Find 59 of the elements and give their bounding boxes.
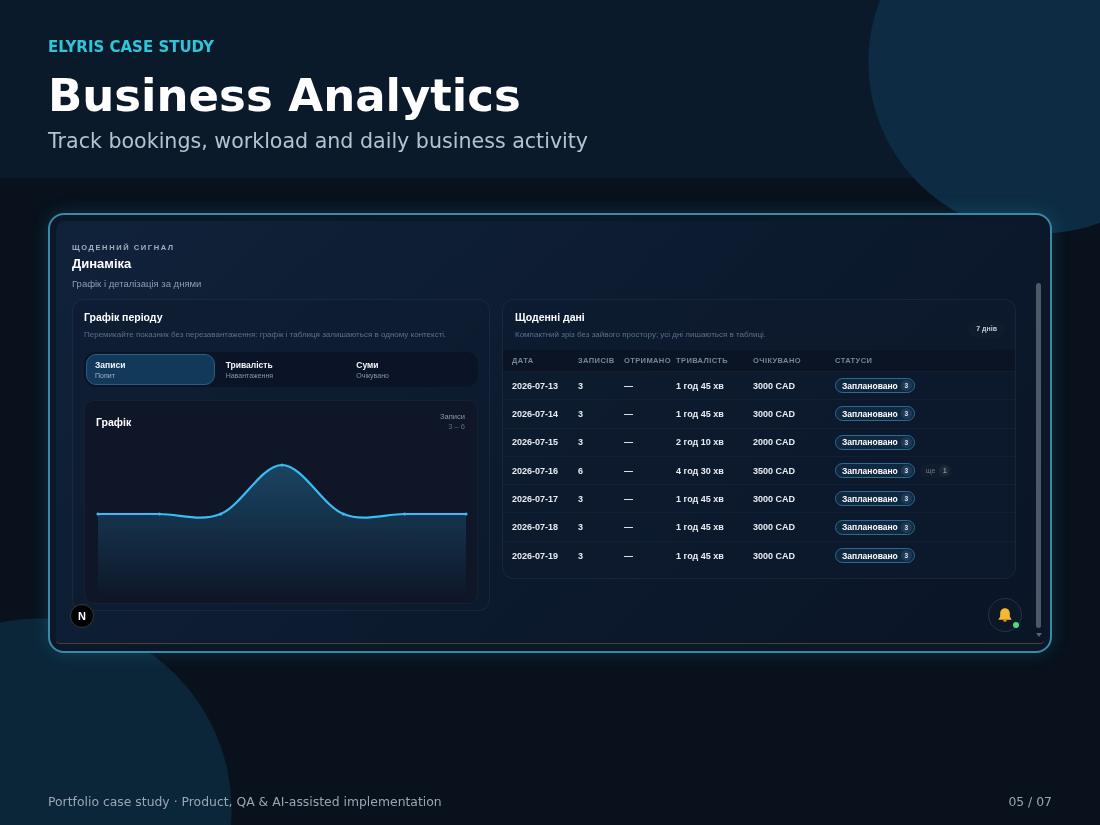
panel-title: Графік періоду bbox=[84, 310, 164, 324]
table-cell-text: 3 bbox=[578, 437, 584, 448]
footer-note: Portfolio case study · Product, QA & AI-assisted implementation bbox=[48, 794, 442, 810]
table-cell-text: 2026-07-18 bbox=[512, 522, 560, 533]
table-cell-text: 3000 CAD bbox=[753, 493, 797, 504]
notification-button[interactable] bbox=[988, 598, 1022, 632]
table-cell-text: 3 bbox=[578, 408, 584, 419]
panel-title: Щоденні дані bbox=[515, 310, 586, 324]
table-cell-text: 3000 CAD bbox=[753, 380, 797, 391]
table-cell-text: 3 bbox=[578, 522, 584, 533]
status-label: Заплановано bbox=[842, 437, 898, 448]
panel-hint: Перемикайте показник без перезавантаження: графік і таблиця залишаються в одному контексті. bbox=[84, 329, 448, 340]
table-cell-text: 3500 CAD bbox=[753, 465, 797, 476]
status-label: Заплановано bbox=[842, 522, 898, 533]
table-cell-text: — bbox=[624, 408, 634, 419]
page-subtitle: Track bookings, workload and daily business activity bbox=[48, 128, 590, 154]
table-cell-text: 3 bbox=[578, 550, 584, 561]
page-number: 05 / 07 bbox=[1008, 794, 1052, 810]
panel-hint: Компактний зріз без зайвого простору; усі дні лишаються в таблиці. bbox=[515, 329, 766, 340]
table-cell-text: — bbox=[624, 380, 634, 391]
status-label: Заплановано bbox=[842, 465, 898, 476]
table-cell-text: 2026-07-15 bbox=[512, 437, 560, 448]
table-cell-text: 2026-07-13 bbox=[512, 380, 560, 391]
table-cell-text: 2026-07-14 bbox=[512, 408, 560, 419]
table-cell-text: 1 год 45 хв bbox=[676, 522, 725, 533]
table-cell-text: — bbox=[624, 522, 634, 533]
scrollbar-thumb[interactable] bbox=[1036, 283, 1041, 628]
chart-title: Графік bbox=[96, 415, 132, 429]
page-title: Business Analytics bbox=[48, 70, 522, 122]
table-cell-text: 3000 CAD bbox=[753, 522, 797, 533]
table-cell-text: 2026-07-19 bbox=[512, 550, 560, 561]
table-cell-text: 2026-07-16 bbox=[512, 465, 560, 476]
dev-tools-button[interactable]: N bbox=[70, 604, 94, 628]
table-cell-text: — bbox=[624, 550, 634, 561]
table-cell-text: 1 год 45 хв bbox=[676, 493, 725, 504]
table-cell-text: 1 год 45 хв bbox=[676, 408, 725, 419]
table-cell-text: 2026-07-17 bbox=[512, 493, 560, 504]
table-cell-text: 3 bbox=[578, 380, 584, 391]
status-label: Заплановано bbox=[842, 493, 898, 504]
table-cell-text: — bbox=[624, 465, 634, 476]
table-cell-text: 1 год 45 хв bbox=[676, 380, 725, 391]
status-label: Заплановано bbox=[842, 408, 898, 419]
table-cell-text: 3000 CAD bbox=[753, 408, 797, 419]
table-cell-text: 1 год 45 хв bbox=[676, 550, 725, 561]
section-heading: Динаміка bbox=[72, 256, 133, 272]
status-label: Заплановано bbox=[842, 550, 898, 561]
table-cell-text: 2 год 10 хв bbox=[676, 437, 725, 448]
table-cell-text: 3 bbox=[578, 493, 584, 504]
table-cell-text: 4 год 30 хв bbox=[676, 465, 725, 476]
scroll-down-arrow-icon[interactable] bbox=[1036, 633, 1042, 637]
table-cell-text: 2000 CAD bbox=[753, 437, 797, 448]
table-cell-text: — bbox=[624, 493, 634, 504]
table-cell-text: — bbox=[624, 437, 634, 448]
status-label: Заплановано bbox=[842, 380, 898, 391]
section-description: Графік і деталізація за днями bbox=[72, 278, 203, 290]
eyebrow-label: ELYRIS CASE STUDY bbox=[48, 38, 215, 56]
bell-icon bbox=[998, 608, 1012, 622]
table-cell-text: 6 bbox=[578, 465, 584, 476]
table-cell-text: 3000 CAD bbox=[753, 550, 797, 561]
